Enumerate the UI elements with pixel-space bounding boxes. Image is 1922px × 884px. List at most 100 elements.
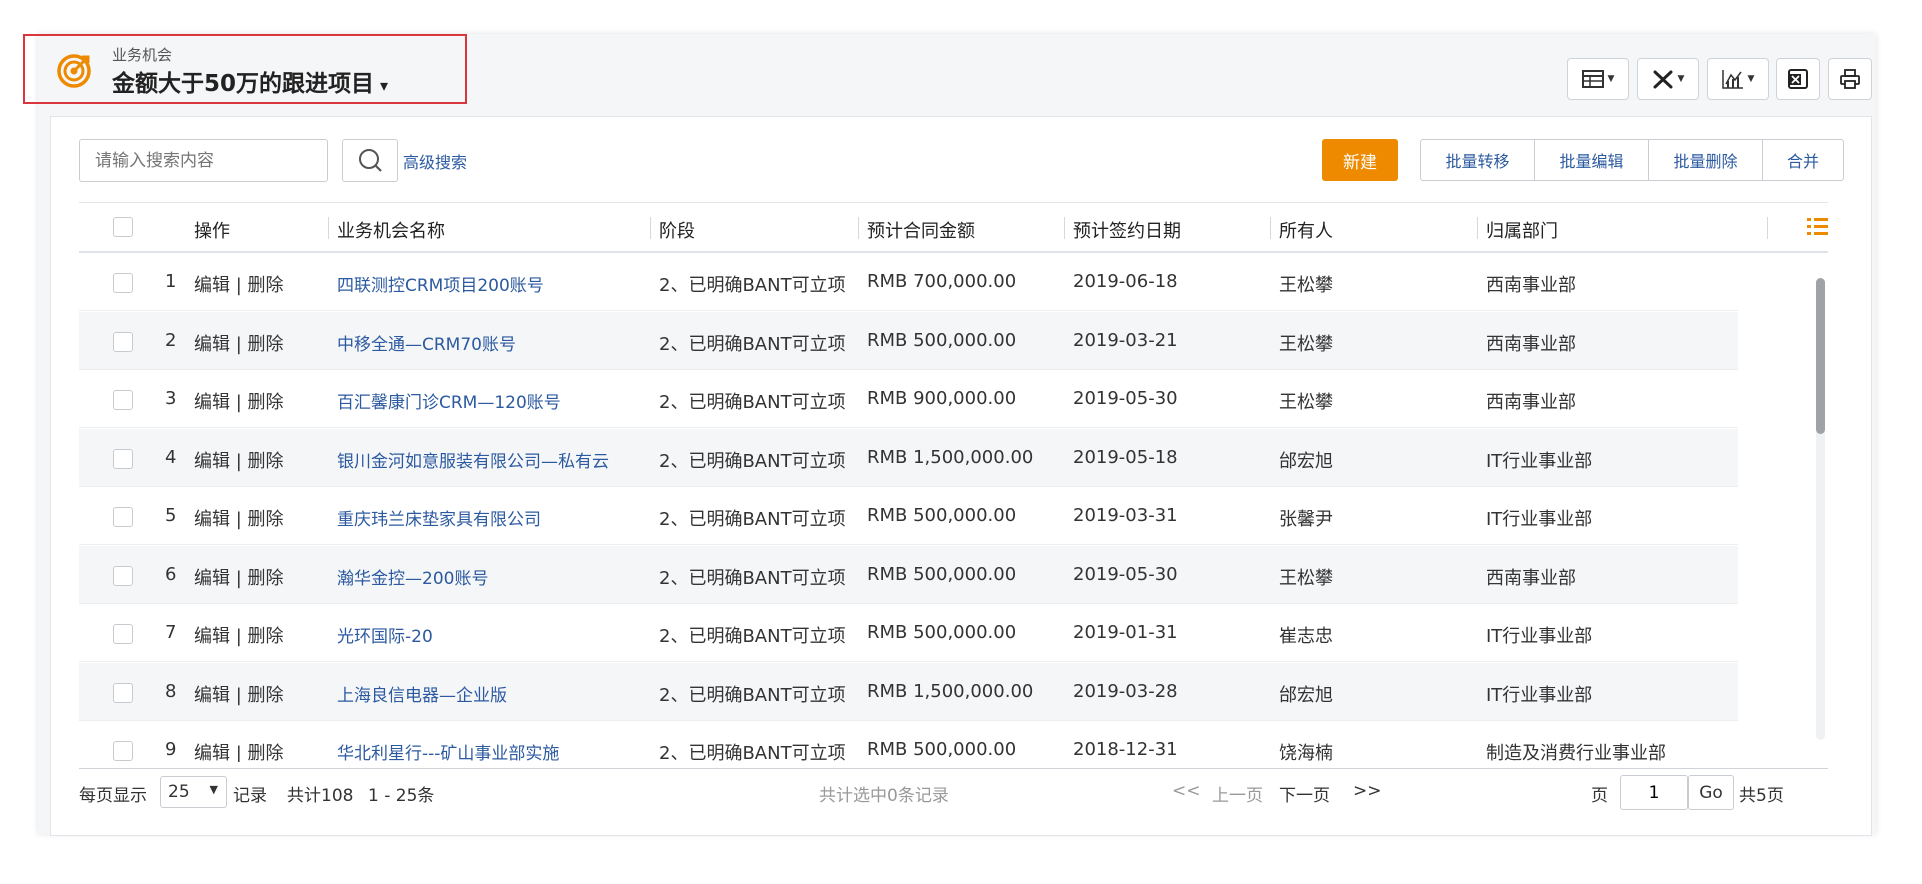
stage-cell: 2、已明确BANT可立项 (659, 567, 846, 589)
table-row[interactable]: 9 编辑 | 删除 华北利星行---矿山事业部实施 2、已明确BANT可立项 RMB 5… (79, 721, 1738, 762)
select-arrow-icon: ▼ (209, 783, 218, 796)
row-actions[interactable]: 编辑 | 删除 (194, 505, 284, 531)
row-checkbox[interactable] (113, 507, 133, 527)
view-subtitle: 业务机会 (112, 46, 173, 64)
row-checkbox[interactable] (113, 565, 133, 586)
column-divider (650, 217, 651, 239)
column-settings-icon[interactable] (1806, 215, 1828, 237)
table-row[interactable]: 2 编辑 | 删除 中移全通—CRM70账号 2、已明确BANT可立项 RMB 500,… (79, 311, 1738, 370)
row-checkbox[interactable] (113, 448, 133, 469)
batch-delete-button[interactable]: 批量删除 (1649, 140, 1763, 180)
amount-cell: RMB 500,000.00 (867, 505, 1017, 526)
stage-cell: 2、已明确BANT可立项 (659, 392, 846, 413)
advanced-search-link[interactable]: 高级搜索 (403, 149, 467, 173)
row-actions[interactable]: 编辑 | 删除 (194, 681, 284, 707)
row-checkbox[interactable] (113, 390, 133, 410)
owner-cell: 王松攀 (1279, 392, 1333, 413)
dept-cell: IT行业事业部 (1486, 450, 1593, 472)
total-count: 共计108 (287, 786, 354, 806)
print-icon (1840, 69, 1860, 89)
opportunity-name-link[interactable]: 银川金河如意服装有限公司—私有云 (337, 447, 609, 472)
batch-actions: 批量转移 批量编辑 批量删除 合并 (1420, 139, 1844, 181)
view-selector[interactable]: 金额大于50万的跟进项目 ▾ (112, 64, 388, 98)
tools-button[interactable]: ▼ (1637, 58, 1699, 100)
chart-button[interactable]: ▼ (1707, 58, 1769, 100)
opportunity-name-link[interactable]: 百汇馨康门诊CRM—120账号 (337, 388, 561, 413)
opportunity-name-link[interactable]: 华北利星行---矿山事业部实施 (337, 739, 559, 762)
search-icon (359, 149, 382, 172)
column-header-date[interactable]: 预计签约日期 (1073, 217, 1181, 243)
amount-cell: RMB 1,500,000.00 (867, 446, 1034, 468)
excel-export-button[interactable] (1776, 58, 1820, 100)
table-row[interactable]: 4 编辑 | 删除 银川金河如意服装有限公司—私有云 2、已明确BANT可立项 RMB … (79, 428, 1738, 487)
per-page-label: 每页显示 (79, 786, 147, 806)
row-checkbox[interactable] (113, 741, 133, 761)
table-row[interactable]: 8 编辑 | 删除 上海良信电器—企业版 2、已明确BANT可立项 RMB 1,500,… (79, 662, 1738, 721)
table-row[interactable]: 1 编辑 | 删除 四联测控CRM项目200账号 2、已明确BANT可立项 RMB 70… (79, 253, 1738, 311)
select-all-checkbox[interactable] (113, 217, 133, 237)
column-divider (1064, 217, 1065, 239)
row-actions[interactable]: 编辑 | 删除 (194, 622, 284, 648)
last-page-link[interactable]: >> (1353, 781, 1382, 801)
opportunity-name-link[interactable]: 瀚华金控—200账号 (337, 564, 488, 589)
dept-cell: 西南事业部 (1486, 333, 1576, 355)
next-page-link[interactable]: 下一页 (1279, 781, 1330, 806)
total-pages: 共5页 (1739, 786, 1784, 806)
amount-cell: RMB 500,000.00 (867, 739, 1017, 760)
first-page-link[interactable]: << (1172, 781, 1201, 801)
table-view-button[interactable]: ▼ (1567, 58, 1629, 100)
column-divider (858, 217, 859, 239)
row-checkbox[interactable] (113, 624, 133, 644)
table-row[interactable]: 3 编辑 | 删除 百汇馨康门诊CRM—120账号 2、已明确BANT可立项 RMB 9… (79, 370, 1738, 428)
print-button[interactable] (1828, 58, 1872, 100)
search-input[interactable] (79, 139, 328, 182)
row-actions[interactable]: 编辑 | 删除 (194, 739, 284, 762)
column-divider (1767, 217, 1768, 239)
search-button[interactable] (342, 139, 398, 182)
table-row[interactable]: 5 编辑 | 删除 重庆玮兰床垫家具有限公司 2、已明确BANT可立项 RMB 500,… (79, 487, 1738, 545)
new-button[interactable]: 新建 (1322, 139, 1398, 181)
column-header-name[interactable]: 业务机会名称 (337, 217, 445, 243)
column-header-owner[interactable]: 所有人 (1279, 217, 1333, 243)
row-index: 7 (165, 622, 177, 643)
owner-cell: 邰宏旭 (1279, 684, 1333, 706)
opportunity-name-link[interactable]: 四联测控CRM项目200账号 (337, 271, 544, 296)
opportunity-name-link[interactable]: 中移全通—CRM70账号 (337, 330, 516, 355)
row-actions[interactable]: 编辑 | 删除 (194, 330, 284, 356)
chart-icon (1721, 70, 1743, 89)
page-number-input[interactable] (1620, 775, 1688, 810)
amount-cell: RMB 900,000.00 (867, 388, 1017, 409)
dept-cell: 西南事业部 (1486, 275, 1576, 296)
row-actions[interactable]: 编辑 | 删除 (194, 447, 284, 473)
opportunity-name-link[interactable]: 上海良信电器—企业版 (337, 681, 507, 706)
dropdown-caret-icon: ▼ (1607, 74, 1615, 84)
batch-edit-button[interactable]: 批量编辑 (1535, 140, 1649, 180)
row-checkbox[interactable] (113, 273, 133, 293)
row-actions[interactable]: 编辑 | 删除 (194, 564, 284, 590)
row-checkbox[interactable] (113, 331, 133, 352)
column-header-dept[interactable]: 归属部门 (1486, 217, 1558, 243)
date-cell: 2019-06-18 (1073, 271, 1178, 292)
go-button[interactable]: Go (1688, 775, 1734, 810)
scrollbar-thumb[interactable] (1816, 278, 1825, 434)
merge-button[interactable]: 合并 (1763, 140, 1843, 180)
table-row[interactable]: 6 编辑 | 删除 瀚华金控—200账号 2、已明确BANT可立项 RMB 500,00… (79, 545, 1738, 604)
date-cell: 2019-01-31 (1073, 622, 1178, 643)
dept-cell: IT行业事业部 (1486, 509, 1593, 530)
owner-cell: 张馨尹 (1279, 509, 1333, 530)
prev-page-link[interactable]: 上一页 (1212, 781, 1263, 806)
row-actions[interactable]: 编辑 | 删除 (194, 271, 284, 297)
tools-icon (1653, 70, 1673, 89)
table-row[interactable]: 7 编辑 | 删除 光环国际-20 2、已明确BANT可立项 RMB 500,000.0… (79, 604, 1738, 662)
opportunity-name-link[interactable]: 光环国际-20 (337, 622, 433, 647)
per-page-select[interactable]: 25 ▼ (160, 776, 227, 808)
row-actions[interactable]: 编辑 | 删除 (194, 388, 284, 414)
date-cell: 2019-03-21 (1073, 329, 1178, 351)
batch-transfer-button[interactable]: 批量转移 (1421, 140, 1535, 180)
column-header-stage[interactable]: 阶段 (659, 217, 695, 243)
opportunity-name-link[interactable]: 重庆玮兰床垫家具有限公司 (337, 505, 541, 530)
row-checkbox[interactable] (113, 682, 133, 703)
row-index: 6 (165, 563, 177, 585)
column-header-amount[interactable]: 预计合同金额 (867, 217, 975, 243)
row-index: 4 (165, 446, 177, 468)
